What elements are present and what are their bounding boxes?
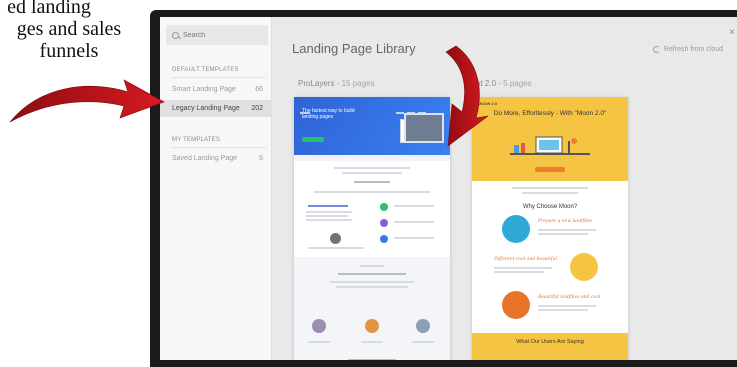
- text-line: [342, 172, 402, 174]
- text-line: [330, 281, 414, 283]
- search-icon: [172, 31, 179, 39]
- feature-icon: [380, 203, 388, 211]
- caption-line-1: ed landing: [7, 0, 91, 18]
- group-count: 15 pages: [341, 79, 375, 88]
- search-input[interactable]: [183, 31, 263, 39]
- text-line: [336, 286, 408, 288]
- sidebar-item-smart-landing-page[interactable]: Smart Landing Page 66: [160, 81, 272, 98]
- avatar: [365, 319, 379, 333]
- text-line: [306, 215, 348, 217]
- text-line: [308, 341, 330, 343]
- laptop-illustration: [404, 113, 444, 143]
- text-line: [494, 271, 544, 273]
- template-card-moon[interactable]: MOON 2.0 Do More, Effortlessly - With "M…: [472, 97, 628, 360]
- sidebar-item-count: 66: [255, 86, 263, 93]
- group-name: at 2.0: [476, 79, 497, 88]
- template-headline: Do More, Effortlessly - With "Moon 2.0": [493, 110, 607, 117]
- text-line: [354, 181, 390, 183]
- screenshot-stage: ed landing ges and sales funnels DEFAULT…: [0, 0, 737, 367]
- text-line: [308, 205, 348, 207]
- template-section-heading: Why Choose Moon?: [522, 204, 578, 210]
- text-line: [334, 167, 410, 169]
- sidebar-item-label: Legacy Landing Page: [172, 105, 240, 112]
- template-logo: MOON 2.0: [478, 101, 498, 106]
- text-line: [306, 211, 352, 213]
- text-line: [348, 359, 396, 360]
- close-icon[interactable]: ×: [729, 27, 735, 38]
- text-line: [308, 247, 364, 249]
- sidebar-item-label: Smart Landing Page: [172, 86, 236, 93]
- feature-icon: [380, 219, 388, 227]
- feature-illustration: [570, 253, 598, 281]
- text-line: [494, 267, 552, 269]
- text-line: [360, 265, 384, 267]
- app-screen: DEFAULT TEMPLATES Smart Landing Page 66 …: [160, 17, 737, 360]
- search-box[interactable]: [166, 25, 268, 45]
- text-line: [412, 341, 434, 343]
- sidebar-item-count: 5: [259, 155, 263, 162]
- feature-script-title: Beautiful landfiles and cool: [538, 295, 601, 300]
- template-footer-heading: What Our Users Are Saying: [516, 339, 584, 345]
- section-title-my-templates: MY TEMPLATES: [172, 137, 221, 143]
- text-line: [538, 229, 596, 231]
- avatar: [312, 319, 326, 333]
- sidebar-item-count: 202: [251, 105, 263, 112]
- text-line: [394, 205, 434, 207]
- text-line: [361, 341, 383, 343]
- feature-script-title: Prepare a new landfiles: [538, 219, 592, 224]
- template-cta-shape: [535, 167, 565, 172]
- section-title-default: DEFAULT TEMPLATES: [172, 67, 239, 73]
- section-divider: [172, 147, 266, 148]
- avatar: [416, 319, 430, 333]
- marketing-caption: ed landing ges and sales funnels: [0, 0, 144, 62]
- group-label-prolayers: ProLayers - 15 pages: [298, 79, 375, 88]
- sidebar-item-legacy-landing-page[interactable]: Legacy Landing Page 202: [160, 100, 272, 117]
- text-line: [394, 237, 434, 239]
- template-card-prolayers[interactable]: The fastest way to build landing pages: [294, 97, 450, 360]
- sidebar: DEFAULT TEMPLATES Smart Landing Page 66 …: [160, 17, 272, 360]
- avatar: [330, 233, 341, 244]
- text-line: [338, 273, 406, 275]
- text-line: [306, 219, 352, 221]
- template-footer: [472, 333, 628, 360]
- section-divider: [172, 77, 266, 78]
- text-line: [538, 233, 588, 235]
- text-line: [522, 192, 578, 194]
- caption-line-2: ges and sales: [16, 18, 122, 40]
- text-line: [512, 187, 588, 189]
- library-main: Landing Page Library Refresh from cloud …: [272, 17, 737, 360]
- sidebar-item-saved-landing-page[interactable]: Saved Landing Page 5: [160, 150, 272, 167]
- template-cta-shape: [302, 137, 324, 142]
- text-line: [538, 309, 588, 311]
- sidebar-item-label: Saved Landing Page: [172, 155, 237, 162]
- refresh-label: Refresh from cloud: [663, 46, 723, 53]
- template-strip: [294, 155, 450, 161]
- text-line: [314, 191, 430, 193]
- refresh-from-cloud-button[interactable]: Refresh from cloud: [652, 46, 723, 53]
- feature-icon: [380, 235, 388, 243]
- text-line: [394, 221, 434, 223]
- caption-line-3: funnels: [39, 40, 99, 62]
- text-line: [538, 305, 596, 307]
- template-headline: The fastest way to build landing pages: [302, 108, 355, 120]
- group-label-moon: at 2.0 - 5 pages: [476, 79, 532, 88]
- desk-illustration: [510, 136, 590, 155]
- group-name: ProLayers: [298, 79, 335, 88]
- refresh-icon: [652, 46, 660, 53]
- group-count: 5 pages: [503, 79, 532, 88]
- red-arrow-left: [9, 79, 165, 123]
- template-nav: [300, 101, 444, 114]
- feature-script-title: Different cool and beautiful: [494, 257, 557, 262]
- feature-illustration: [502, 215, 530, 243]
- page-title: Landing Page Library: [292, 41, 416, 56]
- feature-illustration: [502, 291, 530, 319]
